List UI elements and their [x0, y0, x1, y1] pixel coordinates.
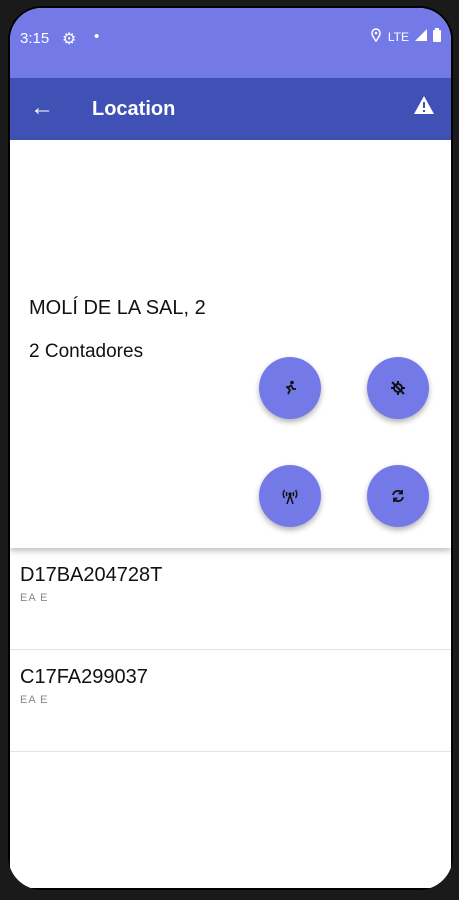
page-title: Location	[92, 98, 176, 120]
meter-subtitle: EA E	[20, 694, 49, 706]
no-location-icon	[391, 381, 405, 395]
screen: 3:15 ⚙ • LTE ← Location MOLÍ DE LA SAL, …	[10, 8, 451, 888]
location-address: MOLÍ DE LA SAL, 2	[29, 297, 206, 319]
meter-count: 2 Contadores	[29, 341, 144, 362]
sync-icon	[392, 490, 404, 502]
list-item[interactable]: D17BA204728T EA E	[10, 548, 451, 650]
signal-icon	[415, 29, 427, 44]
running-icon	[286, 380, 296, 395]
sync-button[interactable]	[367, 465, 429, 527]
antenna-icon	[282, 489, 298, 505]
network-label: LTE	[387, 29, 409, 44]
status-right: LTE	[370, 28, 441, 45]
warning-icon[interactable]	[413, 95, 435, 120]
app-bar: ← Location	[10, 78, 451, 140]
notification-dot-icon: •	[94, 28, 100, 45]
device-frame: 3:15 ⚙ • LTE ← Location MOLÍ DE LA SAL, …	[8, 6, 453, 890]
location-header: MOLÍ DE LA SAL, 2 2 Contadores	[10, 140, 451, 548]
status-time: 3:15	[20, 30, 50, 47]
battery-icon	[433, 28, 441, 45]
location-pin-icon	[370, 28, 382, 45]
meter-code: C17FA299037	[20, 666, 148, 688]
gear-icon: ⚙	[62, 31, 77, 48]
meter-list: D17BA204728T EA E C17FA299037 EA E	[10, 548, 451, 752]
antenna-button[interactable]	[259, 465, 321, 527]
list-item[interactable]: C17FA299037 EA E	[10, 650, 451, 752]
running-icon-button[interactable]	[259, 357, 321, 419]
meter-code: D17BA204728T	[20, 564, 163, 586]
back-arrow-icon[interactable]: ←	[30, 94, 54, 122]
meter-subtitle: EA E	[20, 592, 49, 604]
no-location-button[interactable]	[367, 357, 429, 419]
status-bar: 3:15 ⚙ • LTE	[10, 8, 451, 78]
